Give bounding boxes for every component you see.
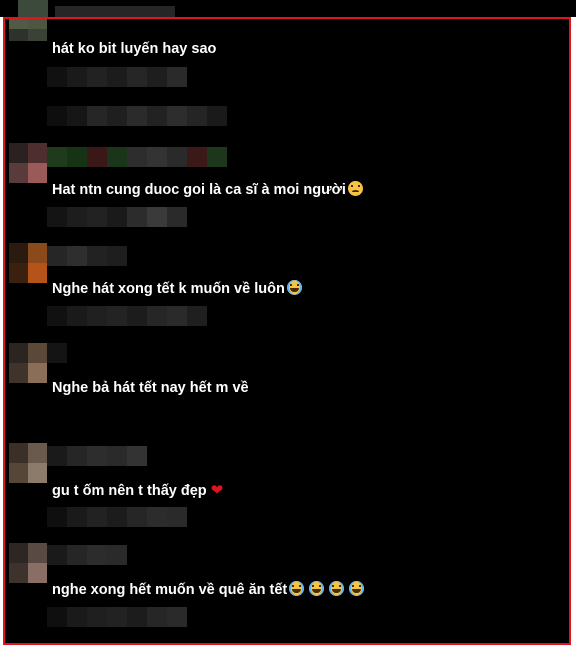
comment-list: hát ko bit luyến hay sao Hat ntn cung du… [3, 17, 571, 645]
username-blurred [47, 446, 147, 466]
username-blurred [47, 545, 127, 565]
comment-meta-blurred [47, 607, 187, 627]
laughing-face-icon [289, 581, 305, 596]
laughing-face-icon [309, 581, 325, 596]
reply-meta-blurred [47, 106, 227, 126]
red-heart-icon: ❤ [210, 481, 224, 499]
avatar[interactable] [9, 243, 47, 283]
comment-text: nghe xong hết muốn về quê ăn tết [52, 581, 365, 598]
avatar[interactable] [9, 543, 47, 583]
laughing-face-icon [286, 280, 302, 295]
avatar[interactable] [9, 143, 47, 183]
avatar[interactable] [9, 19, 47, 41]
comment-meta-blurred [47, 67, 187, 87]
username-blurred [47, 246, 127, 266]
laughing-face-icon [329, 581, 345, 596]
comment-text: Nghe bả hát tết nay hết m về [52, 380, 249, 396]
username-blurred [47, 147, 227, 167]
comment-meta-blurred [47, 306, 207, 326]
avatar[interactable] [9, 343, 47, 383]
comment-text: Nghe hát xong tết k muốn về luôn [52, 280, 302, 297]
previous-comment-cutoff [0, 0, 576, 17]
comment-text: hát ko bit luyến hay sao [52, 41, 217, 57]
avatar[interactable] [9, 443, 47, 483]
comment-meta-blurred [47, 207, 187, 227]
laughing-face-icon [349, 581, 365, 596]
comment-text: Hat ntn cung duoc goi là ca sĩ à moi ngư… [52, 181, 363, 198]
sad-face-icon [347, 181, 363, 196]
comment-text: gu t ốm nên t thấy đẹp ❤ [52, 481, 224, 499]
username-blurred [47, 343, 67, 363]
comment-meta-blurred [47, 507, 187, 527]
